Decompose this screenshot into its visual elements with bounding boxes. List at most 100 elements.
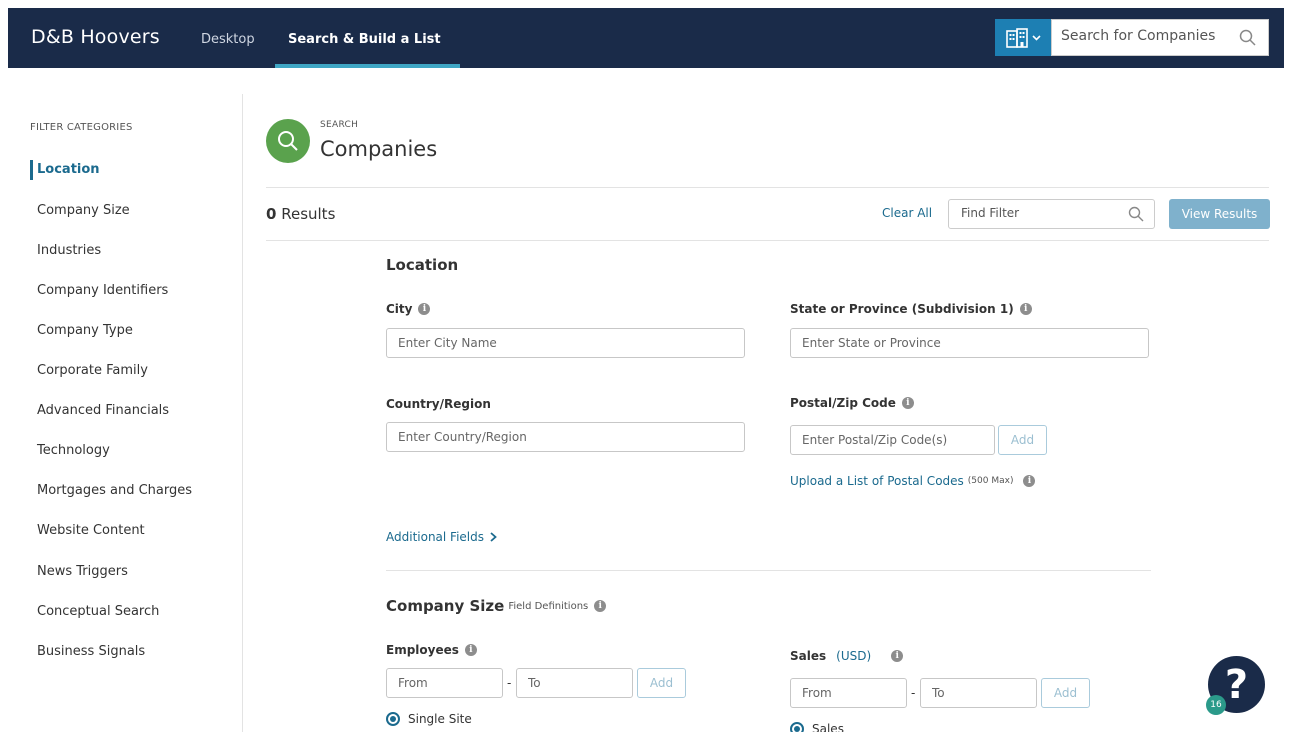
results-label: Results [281,205,336,223]
field-definitions-link[interactable]: Field Definitions [508,601,588,612]
employees-to-input[interactable] [528,676,623,690]
country-label: Country/Region [386,397,491,411]
country-field[interactable] [386,422,745,452]
employees-add-button[interactable]: Add [637,668,686,698]
country-label-text: Country/Region [386,397,491,411]
employees-label: Employees i [386,643,477,657]
divider [266,240,1269,241]
info-icon[interactable]: i [594,600,607,612]
additional-fields-text[interactable]: Additional Fields [386,530,484,544]
sidebar-item-website-content[interactable]: Website Content [37,523,145,538]
location-section-title: Location [386,256,459,274]
state-label: State or Province (Subdivision 1) i [790,302,1032,316]
active-nav-indicator [275,64,460,68]
sidebar-item-mortgages-charges[interactable]: Mortgages and Charges [37,483,192,498]
find-filter-input[interactable] [961,206,1121,220]
postal-label-text: Postal/Zip Code [790,396,896,410]
sidebar-divider [242,94,243,732]
info-icon[interactable]: i [418,303,431,315]
info-icon[interactable]: i [1019,303,1032,315]
help-notification-badge: 16 [1206,695,1226,715]
filter-categories-heading: FILTER CATEGORIES [30,122,133,133]
company-search-input[interactable] [1061,28,1236,44]
city-label-text: City [386,302,413,316]
page-kicker: SEARCH [320,120,359,130]
building-icon [1005,27,1028,48]
postal-label: Postal/Zip Code i [790,396,914,410]
postal-field[interactable] [790,425,995,455]
state-input[interactable] [802,336,1139,350]
chevron-down-icon [1031,34,1041,41]
upload-limit-note: (500 Max) [967,476,1014,486]
search-icon[interactable] [1128,206,1144,222]
search-badge [266,119,310,163]
employees-from-field[interactable] [386,668,503,698]
sidebar-item-industries[interactable]: Industries [37,243,101,258]
employees-from-input[interactable] [398,676,493,690]
sales-radio-label: Sales [812,722,844,732]
sidebar-item-location[interactable]: Location [37,162,100,177]
info-icon[interactable]: i [1023,475,1036,487]
sales-radio[interactable]: Sales [790,722,844,732]
upload-postal-link[interactable]: Upload a List of Postal Codes [790,474,964,488]
search-type-dropdown[interactable] [995,19,1051,56]
view-results-button[interactable]: View Results [1169,199,1270,229]
divider [386,570,1151,571]
page-title: Companies [320,137,438,161]
sales-to-field[interactable] [920,678,1037,708]
state-field[interactable] [790,328,1149,358]
sidebar-item-corporate-family[interactable]: Corporate Family [37,363,148,378]
city-input[interactable] [398,336,735,350]
single-site-label: Single Site [408,712,472,726]
divider [266,187,1269,188]
sidebar-item-technology[interactable]: Technology [37,443,110,458]
info-icon[interactable]: i [464,644,477,656]
company-size-title-text: Company Size [386,597,505,615]
sidebar-item-company-identifiers[interactable]: Company Identifiers [37,283,168,298]
city-label: City i [386,302,431,316]
find-filter-box[interactable] [948,199,1155,229]
postal-input[interactable] [802,433,985,447]
results-number: 0 [266,205,277,223]
sales-label: Sales (USD) i [790,649,904,663]
sidebar-item-company-type[interactable]: Company Type [37,323,133,338]
search-icon[interactable] [1239,29,1256,46]
sales-from-field[interactable] [790,678,907,708]
city-field[interactable] [386,328,745,358]
sidebar-item-advanced-financials[interactable]: Advanced Financials [37,403,169,418]
app-logo[interactable]: D&B Hoovers [31,26,160,48]
nav-desktop[interactable]: Desktop [201,32,255,47]
sales-to-input[interactable] [932,686,1027,700]
info-icon[interactable]: i [901,397,914,409]
info-icon[interactable]: i [891,650,904,662]
range-dash: - [911,686,916,700]
radio-selected-icon[interactable] [790,722,804,732]
sales-label-text: Sales [790,649,827,663]
range-dash: - [507,676,512,690]
company-size-section-title: Company Size Field Definitions i [386,597,607,615]
nav-search-build-list[interactable]: Search & Build a List [288,32,441,47]
top-nav-bar: D&B Hoovers Desktop Search & Build a Lis… [8,8,1284,68]
state-label-text: State or Province (Subdivision 1) [790,302,1014,316]
sidebar-item-company-size[interactable]: Company Size [37,203,130,218]
sales-from-input[interactable] [802,686,897,700]
chevron-right-icon [490,532,497,542]
results-count: 0 Results [266,205,335,223]
postal-add-button[interactable]: Add [998,425,1047,455]
sales-currency: (USD) [836,649,872,663]
additional-fields-link[interactable]: Additional Fields [386,530,497,544]
country-input[interactable] [398,430,735,444]
upload-postal-codes[interactable]: Upload a List of Postal Codes (500 Max) … [790,474,1036,488]
clear-all-link[interactable]: Clear All [882,206,932,220]
employees-to-field[interactable] [516,668,633,698]
sidebar-item-conceptual-search[interactable]: Conceptual Search [37,604,159,619]
radio-selected-icon[interactable] [386,712,400,726]
sidebar-item-news-triggers[interactable]: News Triggers [37,564,128,579]
active-category-indicator [30,160,33,180]
sidebar-item-business-signals[interactable]: Business Signals [37,644,145,659]
search-icon [278,131,298,151]
single-site-radio[interactable]: Single Site [386,712,472,726]
company-search-box[interactable] [1051,19,1269,56]
employees-label-text: Employees [386,643,459,657]
sales-add-button[interactable]: Add [1041,678,1090,708]
